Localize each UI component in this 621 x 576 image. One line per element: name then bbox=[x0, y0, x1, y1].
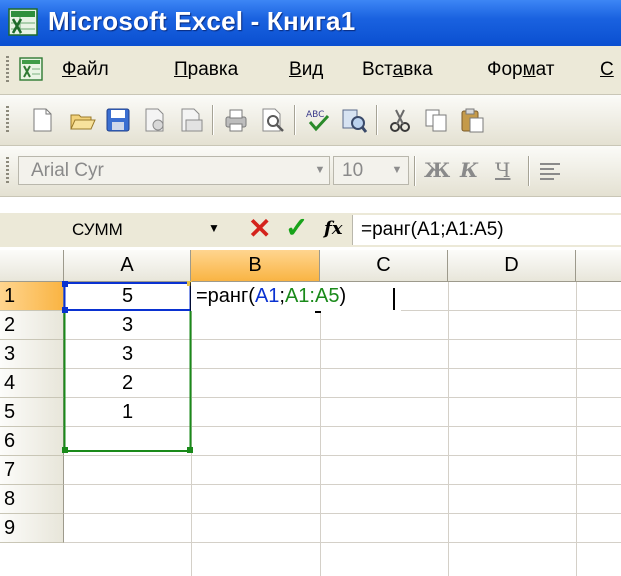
cell-b1-editor[interactable]: =ранг(A1;A1:A5) bbox=[191, 282, 401, 311]
svg-text:ABC: ABC bbox=[306, 110, 324, 120]
gridline bbox=[320, 282, 321, 576]
toolbar-separator bbox=[414, 156, 415, 186]
column-header-b[interactable]: B bbox=[191, 250, 320, 282]
row-header-4[interactable]: 4 bbox=[0, 369, 64, 398]
italic-button[interactable]: К bbox=[460, 158, 478, 182]
menu-edit[interactable]: Правка bbox=[174, 59, 238, 81]
menu-bar: Файл Правка Вид Вставка Формат С bbox=[0, 46, 621, 95]
row-header-9[interactable]: 9 bbox=[0, 514, 64, 543]
gridline bbox=[64, 455, 621, 456]
toolbar-separator bbox=[376, 105, 377, 135]
name-box-value: СУММ bbox=[72, 220, 123, 239]
research-icon[interactable] bbox=[340, 106, 368, 134]
range-a1a5-handle bbox=[187, 447, 193, 453]
formula-input[interactable]: =ранг(A1;A1:A5) bbox=[352, 215, 621, 245]
cell-b1-formula: =ранг(A1;A1:A5) bbox=[196, 285, 347, 307]
toolbar-separator bbox=[528, 156, 529, 186]
menu-file[interactable]: Файл bbox=[62, 59, 109, 81]
gridline bbox=[576, 282, 577, 576]
save-icon[interactable] bbox=[104, 106, 132, 134]
align-left-icon[interactable] bbox=[536, 157, 564, 185]
menu-grip[interactable] bbox=[6, 56, 9, 84]
print-preview-icon[interactable] bbox=[258, 106, 286, 134]
select-all-corner[interactable] bbox=[0, 250, 64, 282]
underline-button[interactable]: Ч bbox=[495, 158, 510, 182]
worksheet-grid[interactable]: A B C D 1 2 3 4 5 6 7 8 9 5 3 3 2 1 =ран… bbox=[0, 250, 621, 576]
paste-icon[interactable] bbox=[458, 106, 486, 134]
row-header-8[interactable]: 8 bbox=[0, 485, 64, 514]
permission-icon[interactable] bbox=[140, 106, 168, 134]
excel-window: Microsoft Excel - Книга1 Файл Правка Вид… bbox=[0, 0, 621, 576]
chevron-down-icon[interactable]: ▼ bbox=[311, 157, 329, 184]
formula-text: =ранг(A1;A1:A5) bbox=[361, 219, 504, 240]
email-icon[interactable] bbox=[176, 106, 204, 134]
row-header-7[interactable]: 7 bbox=[0, 456, 64, 485]
gridline bbox=[448, 282, 449, 576]
column-header-a[interactable]: A bbox=[64, 250, 191, 282]
toolbar-separator bbox=[294, 105, 295, 135]
insert-function-icon[interactable]: fx bbox=[324, 218, 342, 239]
copy-icon[interactable] bbox=[422, 106, 450, 134]
window-title: Microsoft Excel - Книга1 bbox=[48, 6, 356, 36]
formula-bar: СУММ ▼ ✕ ✓ fx =ранг(A1;A1:A5) bbox=[0, 213, 621, 247]
gridline bbox=[64, 542, 621, 543]
row-header-1[interactable]: 1 bbox=[0, 282, 64, 311]
menu-format[interactable]: Формат bbox=[487, 59, 555, 81]
spelling-icon[interactable]: ABC bbox=[304, 106, 332, 134]
workbook-icon[interactable] bbox=[18, 56, 44, 82]
cell-a5[interactable]: 1 bbox=[64, 398, 191, 427]
toolbar-grip[interactable] bbox=[6, 106, 9, 134]
row-header-6[interactable]: 6 bbox=[0, 427, 64, 456]
column-header-c[interactable]: C bbox=[320, 250, 448, 282]
toolbar-grip[interactable] bbox=[6, 157, 9, 185]
chevron-down-icon[interactable]: ▼ bbox=[388, 157, 406, 184]
gridline bbox=[191, 282, 192, 576]
gridline bbox=[64, 484, 621, 485]
menu-service[interactable]: С bbox=[600, 59, 614, 81]
cell-a4[interactable]: 2 bbox=[64, 369, 191, 398]
menu-view[interactable]: Вид bbox=[289, 59, 323, 81]
cell-a2[interactable]: 3 bbox=[64, 311, 191, 340]
font-name-select[interactable]: Arial Cyr ▼ bbox=[18, 156, 330, 185]
font-size-select[interactable]: 10 ▼ bbox=[333, 156, 409, 185]
name-box[interactable]: СУММ ▼ bbox=[0, 215, 222, 245]
font-size-value: 10 bbox=[342, 160, 364, 181]
open-folder-icon[interactable] bbox=[68, 106, 96, 134]
toolbar-separator bbox=[212, 105, 213, 135]
chevron-down-icon[interactable]: ▼ bbox=[208, 221, 220, 235]
gridline bbox=[64, 513, 621, 514]
formatting-toolbar: Arial Cyr ▼ 10 ▼ Ж К Ч bbox=[0, 146, 621, 197]
cut-icon[interactable] bbox=[386, 106, 414, 134]
column-header-d[interactable]: D bbox=[448, 250, 576, 282]
font-name-value: Arial Cyr bbox=[31, 160, 104, 181]
excel-icon bbox=[8, 8, 38, 36]
print-icon[interactable] bbox=[222, 106, 250, 134]
cell-a1[interactable]: 5 bbox=[64, 282, 191, 311]
new-document-icon[interactable] bbox=[28, 106, 56, 134]
row-header-3[interactable]: 3 bbox=[0, 340, 64, 369]
cell-a3[interactable]: 3 bbox=[64, 340, 191, 369]
row-header-2[interactable]: 2 bbox=[0, 311, 64, 340]
menu-insert[interactable]: Вставка bbox=[362, 59, 433, 81]
standard-toolbar: ABC bbox=[0, 95, 621, 146]
cancel-icon[interactable]: ✕ bbox=[248, 214, 271, 244]
text-cursor bbox=[393, 288, 395, 310]
enter-check-icon[interactable]: ✓ bbox=[285, 213, 308, 243]
row-header-5[interactable]: 5 bbox=[0, 398, 64, 427]
bold-button[interactable]: Ж bbox=[424, 158, 450, 182]
column-header-e[interactable] bbox=[576, 250, 621, 282]
title-bar[interactable]: Microsoft Excel - Книга1 bbox=[0, 0, 621, 46]
